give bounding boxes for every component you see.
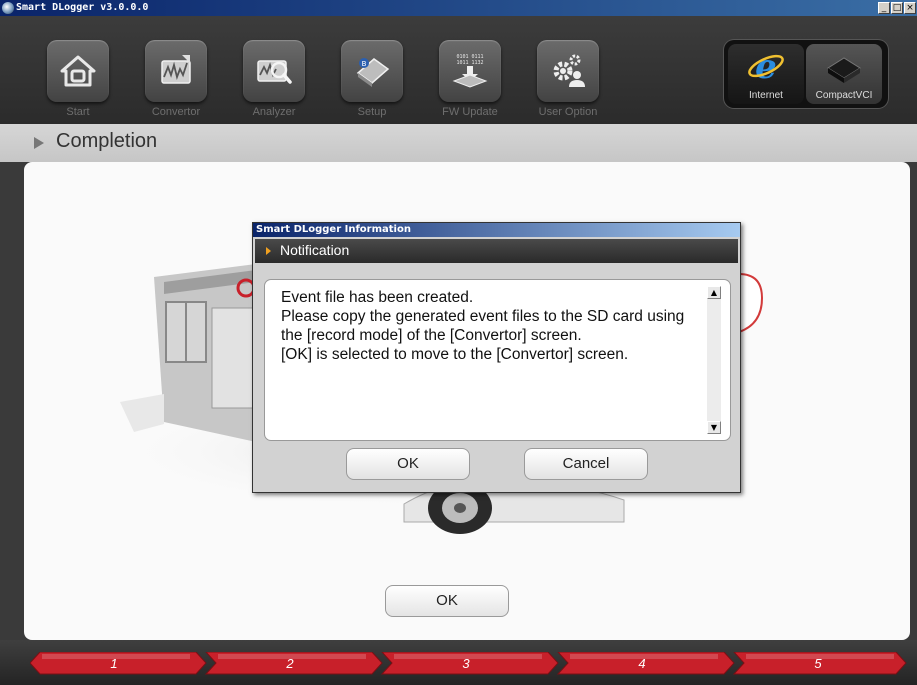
dialog-titlebar: Smart DLogger Information — [253, 223, 740, 237]
toolbar-convertor[interactable]: Convertor — [140, 40, 212, 118]
window-title: Smart DLogger v3.0.0.0 — [16, 2, 149, 13]
window-titlebar: Smart DLogger v3.0.0.0 _ □ × — [0, 0, 917, 16]
message-text: Event file has been created. Please copy… — [281, 289, 685, 363]
toolbar-label: Convertor — [151, 106, 201, 118]
heading-arrow-icon — [34, 137, 44, 149]
step-label: 3 — [462, 656, 470, 671]
toolbar-start[interactable]: Start — [42, 40, 114, 118]
toolbar-user-option[interactable]: User Option — [532, 40, 604, 118]
toolbar-label: Start — [66, 106, 90, 118]
toolbar-label: CompactVCI — [815, 90, 873, 101]
toolbar-label: Setup — [357, 106, 387, 118]
dialog-cancel-button[interactable]: Cancel — [524, 448, 648, 480]
notification-header: Notification — [255, 239, 738, 263]
main-toolbar: Start Convertor Analyzer B Setup 0101 01… — [0, 16, 917, 124]
setup-icon: B — [341, 40, 403, 102]
step-progress-bar: 1 2 3 4 5 — [0, 640, 917, 685]
toolbar-label: FW Update — [442, 106, 498, 118]
message-scrollbar[interactable]: ▲ ▼ — [707, 286, 721, 434]
toolbar-fw-update[interactable]: 0101 0111 1011 1132 FW Update — [434, 40, 506, 118]
steps: 1 2 3 4 5 — [30, 652, 907, 675]
notification-title: Notification — [280, 242, 350, 258]
svg-text:1011 1132: 1011 1132 — [456, 60, 483, 66]
toolbar-label: Internet — [749, 90, 783, 101]
step-label: 5 — [814, 656, 822, 671]
external-links-group: e Internet CompactVCI — [724, 40, 888, 108]
fw-update-icon: 0101 0111 1011 1132 — [439, 40, 501, 102]
notification-arrow-icon — [266, 247, 271, 255]
scroll-up-arrow-icon[interactable]: ▲ — [707, 286, 721, 299]
toolbar-analyzer[interactable]: Analyzer — [238, 40, 310, 118]
notification-dialog: Smart DLogger Information Notification E… — [252, 222, 741, 493]
scroll-down-arrow-icon[interactable]: ▼ — [707, 421, 721, 434]
step-3: 3 — [380, 652, 559, 675]
maximize-button[interactable]: □ — [891, 2, 903, 14]
svg-text:B: B — [362, 60, 367, 68]
step-5: 5 — [732, 652, 907, 675]
analyzer-icon — [243, 40, 305, 102]
toolbar-label: User Option — [538, 106, 598, 118]
compactvci-button[interactable]: CompactVCI — [806, 44, 882, 104]
app-icon — [2, 2, 14, 14]
step-label: 2 — [285, 656, 294, 671]
home-icon — [47, 40, 109, 102]
ok-button[interactable]: OK — [385, 585, 509, 617]
user-option-icon — [537, 40, 599, 102]
toolbar-label: Analyzer — [252, 106, 296, 118]
step-2: 2 — [204, 652, 383, 675]
convertor-icon — [145, 40, 207, 102]
internet-button[interactable]: e Internet — [728, 44, 804, 104]
toolbar-setup[interactable]: B Setup — [336, 40, 408, 118]
step-label: 1 — [110, 656, 117, 671]
step-1: 1 — [30, 652, 207, 675]
compact-vci-icon — [827, 57, 861, 83]
dialog-ok-button[interactable]: OK — [346, 448, 470, 480]
step-4: 4 — [556, 652, 735, 675]
minimize-button[interactable]: _ — [878, 2, 890, 14]
svg-text:e: e — [755, 47, 777, 86]
message-box[interactable]: Event file has been created. Please copy… — [264, 279, 731, 441]
page-heading-bar: Completion — [0, 124, 917, 162]
internet-explorer-icon: e — [748, 47, 784, 86]
close-button[interactable]: × — [904, 2, 916, 14]
page-title: Completion — [56, 130, 158, 152]
step-label: 4 — [638, 656, 645, 671]
